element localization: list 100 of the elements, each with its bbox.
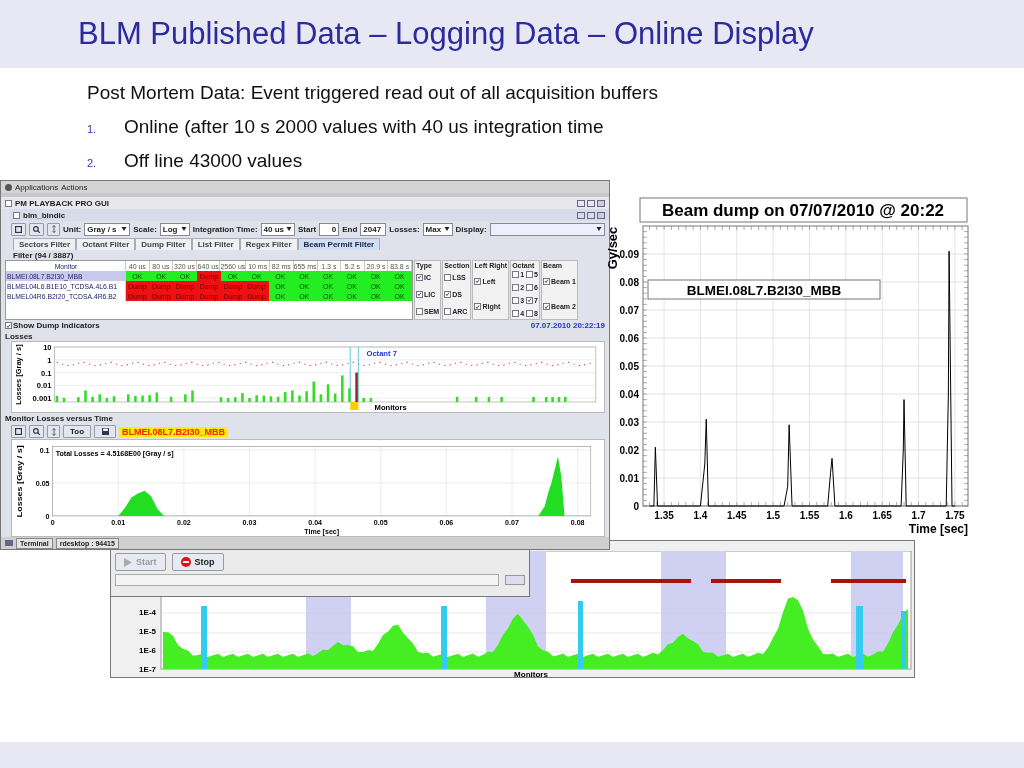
filter-tab[interactable]: Sectors Filter <box>13 238 77 250</box>
checkbox[interactable] <box>5 322 12 329</box>
timestamp: 07.07.2010 20:22:19 <box>530 321 605 330</box>
stop-button[interactable]: Stop <box>171 553 224 571</box>
stop-icon <box>180 557 191 567</box>
loss-bar <box>551 397 554 402</box>
loss-bar <box>226 398 230 402</box>
loss-bar <box>155 392 159 402</box>
list-number: 1. <box>87 123 98 135</box>
marker-lines <box>349 346 359 403</box>
checkbox[interactable] <box>526 309 534 317</box>
axis-label: Gy/sec <box>605 226 620 270</box>
menu-item[interactable]: Applications <box>15 182 59 192</box>
y-tick-label: 0.1 <box>39 446 50 456</box>
loss-bar <box>191 390 194 402</box>
loss-bar <box>532 397 535 402</box>
filter-tab[interactable]: Regex Filter <box>239 238 298 250</box>
checkbox[interactable] <box>444 273 452 281</box>
x-tick-label: 0.08 <box>570 517 585 527</box>
x-tick-label: 0.04 <box>308 517 323 527</box>
checkbox[interactable] <box>526 296 534 304</box>
loss-bar <box>62 398 66 402</box>
loss-bar <box>291 390 294 402</box>
checkbox[interactable] <box>474 277 482 285</box>
checkbox[interactable] <box>416 307 423 315</box>
checkbox[interactable] <box>526 284 534 292</box>
checkbox-option[interactable]: Show Dump Indicators <box>5 321 100 330</box>
loss-bar <box>269 396 273 402</box>
frame-title: blm_bindic <box>23 210 66 220</box>
spin-field[interactable]: 2047 <box>360 222 387 236</box>
loss-bar <box>326 384 330 402</box>
checkbox[interactable] <box>542 277 550 285</box>
filter-tab[interactable]: Beam Permit Filter <box>297 238 381 250</box>
checkbox[interactable] <box>416 290 423 298</box>
x-tick-label: 1.35 <box>654 510 674 521</box>
toolbar-label: Scale: <box>133 224 157 234</box>
marker-tag <box>350 402 359 410</box>
dropdown[interactable]: Gray / s <box>84 222 131 236</box>
toolbar-label: End <box>342 224 358 234</box>
loss-bar <box>234 397 237 402</box>
dropdown[interactable]: Log <box>159 222 190 236</box>
filter-tab[interactable]: Dump Filter <box>135 238 192 250</box>
y-tick-label: 0.03 <box>619 417 639 428</box>
loss-bar <box>55 395 59 402</box>
foot-icon <box>5 183 12 191</box>
loss-bar <box>348 388 351 402</box>
loss-bar <box>362 398 365 402</box>
loss-bar <box>105 398 109 402</box>
loss-bar <box>487 397 491 402</box>
loss-bar <box>369 398 373 402</box>
checkbox[interactable] <box>512 309 520 317</box>
dropdown[interactable] <box>489 222 605 236</box>
checkbox[interactable] <box>444 290 452 298</box>
panel-title: Losses <box>5 331 33 341</box>
fit-icon <box>15 428 22 435</box>
zoom-button[interactable] <box>29 425 44 438</box>
filter-tab[interactable]: Octant Filter <box>76 238 136 250</box>
loss-bar <box>134 395 137 402</box>
panel-title: Monitor Losses versus Time <box>5 414 113 423</box>
loss-bar <box>112 396 116 402</box>
filter-tab[interactable]: List Filter <box>191 238 240 250</box>
menu-item[interactable]: Actions <box>61 182 88 192</box>
checkbox[interactable] <box>416 273 423 281</box>
y-tick-label: 0.05 <box>35 479 50 489</box>
y-tick-label: 0.07 <box>619 305 639 316</box>
toolbar-label: Display: <box>455 224 487 234</box>
move-button[interactable] <box>47 425 60 438</box>
checkbox[interactable] <box>444 307 452 315</box>
y-tick-label: 0.02 <box>619 445 639 456</box>
fit-button[interactable] <box>11 425 26 438</box>
x-tick-label: 0.01 <box>111 517 126 527</box>
save-button[interactable] <box>94 425 116 438</box>
body-text: Post Mortem Data: Event triggered read out of all acquisition buffers <box>87 82 659 104</box>
loss-bar <box>141 395 144 402</box>
y-tick-label: 0 <box>45 511 50 522</box>
loss-bar <box>248 398 251 402</box>
loss-bar <box>319 394 323 402</box>
dropdown[interactable]: 40 us <box>260 222 295 236</box>
caret-icon <box>286 227 292 231</box>
loss-bar <box>298 395 301 402</box>
save-icon <box>101 428 109 435</box>
x-tick-label: 0.06 <box>439 517 454 527</box>
zoom-button[interactable] <box>29 222 44 236</box>
checkbox[interactable] <box>474 303 482 311</box>
y-tick-label: 0.05 <box>619 361 639 372</box>
checkbox[interactable] <box>512 271 520 279</box>
loss-bar <box>474 397 478 402</box>
chart-title: Beam dump on 07/07/2010 @ 20:22 <box>639 197 968 223</box>
checkbox[interactable] <box>512 296 520 304</box>
checkbox[interactable] <box>526 271 534 279</box>
too-button[interactable]: Too <box>63 425 91 438</box>
spin-field[interactable]: 0 <box>319 222 340 236</box>
vertical-arrow-icon <box>51 225 56 233</box>
dropdown[interactable]: Max <box>422 222 453 236</box>
toolbar-label: Losses: <box>389 224 420 234</box>
toolbar-label: Unit: <box>63 224 82 234</box>
x-tick-label: 1.6 <box>838 510 853 521</box>
fit-button[interactable] <box>11 222 26 236</box>
checkbox[interactable] <box>512 284 520 292</box>
checkbox[interactable] <box>542 303 550 311</box>
